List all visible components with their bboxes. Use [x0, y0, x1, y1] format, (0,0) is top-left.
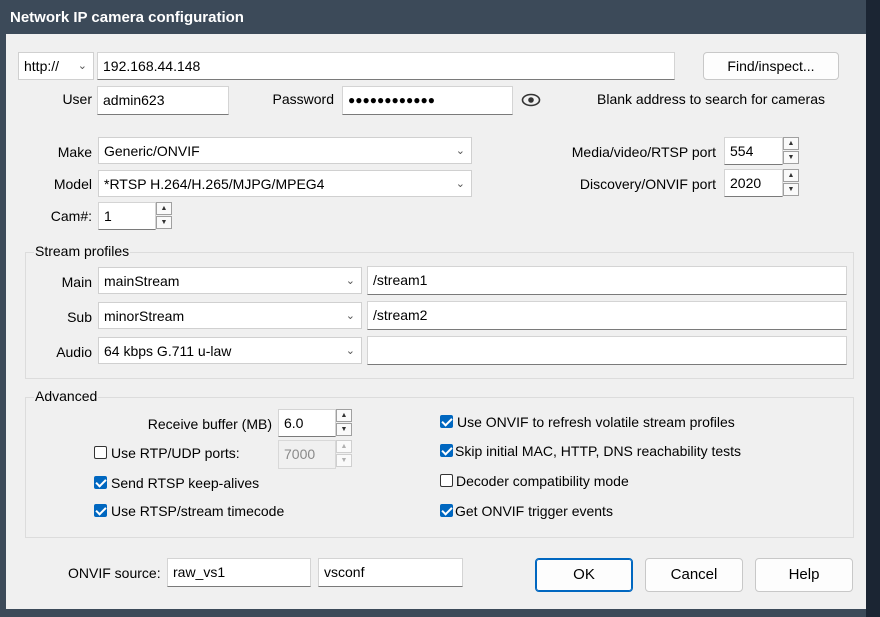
cam-number-input[interactable]: 1 — [98, 202, 156, 230]
onvif-source-label: ONVIF source: — [68, 565, 161, 581]
dialog-client-area: http:// ⌄ 192.168.44.148 Find/inspect...… — [6, 34, 866, 609]
timecode-checkbox[interactable] — [94, 504, 107, 517]
rtp-udp-label: Use RTP/UDP ports: — [111, 445, 240, 461]
onvif-refresh-label: Use ONVIF to refresh volatile stream pro… — [457, 414, 735, 430]
sub-profile-select[interactable]: minorStream ⌄ — [98, 302, 362, 329]
discovery-port-spinner[interactable]: ▲ ▼ — [783, 169, 799, 197]
media-port-label: Media/video/RTSP port — [571, 144, 716, 160]
password-label: Password — [272, 91, 334, 107]
decoder-compat-label: Decoder compatibility mode — [456, 473, 629, 489]
cam-number-spinner[interactable]: ▲ ▼ — [156, 202, 172, 230]
audio-profile-select[interactable]: 64 kbps G.711 u-law ⌄ — [98, 337, 362, 364]
camera-config-dialog: Network IP camera configuration http:// … — [0, 0, 866, 617]
sub-path-input[interactable]: /stream2 — [367, 301, 847, 330]
sub-profile-value: minorStream — [104, 308, 185, 324]
audio-path-input[interactable] — [367, 336, 847, 365]
background-desktop-edge — [866, 0, 880, 617]
chevron-down-icon: ⌄ — [345, 310, 355, 322]
protocol-value: http:// — [24, 58, 60, 74]
password-input[interactable]: ●●●●●●●●●●●● — [342, 86, 513, 115]
chevron-down-icon: ⌄ — [77, 60, 87, 72]
show-password-eye-icon[interactable] — [521, 92, 541, 108]
main-path-input[interactable]: /stream1 — [367, 266, 847, 295]
receive-buffer-spinner[interactable]: ▲ ▼ — [336, 409, 352, 437]
spin-down-icon[interactable]: ▼ — [783, 183, 799, 196]
decoder-compat-checkbox[interactable] — [440, 474, 453, 487]
trigger-events-label: Get ONVIF trigger events — [455, 503, 613, 519]
cancel-button[interactable]: Cancel — [645, 558, 743, 592]
spin-up-icon[interactable]: ▲ — [783, 137, 799, 150]
audio-profile-value: 64 kbps G.711 u-law — [104, 343, 232, 359]
help-button[interactable]: Help — [755, 558, 853, 592]
receive-buffer-label: Receive buffer (MB) — [147, 416, 272, 432]
rtp-udp-port-input[interactable]: 7000 — [278, 440, 336, 469]
user-input[interactable]: admin623 — [97, 86, 229, 115]
skip-tests-label: Skip initial MAC, HTTP, DNS reachability… — [455, 443, 742, 459]
user-label: User — [62, 91, 92, 107]
spin-up-icon[interactable]: ▲ — [783, 169, 799, 182]
chevron-down-icon: ⌄ — [455, 178, 465, 190]
media-port-input[interactable]: 554 — [724, 137, 783, 165]
main-profile-select[interactable]: mainStream ⌄ — [98, 267, 362, 294]
onvif-source-input[interactable]: raw_vs1 — [167, 558, 311, 587]
make-select[interactable]: Generic/ONVIF ⌄ — [98, 137, 472, 164]
spin-up-icon[interactable]: ▲ — [336, 409, 352, 422]
spin-down-icon[interactable]: ▼ — [336, 454, 352, 467]
skip-tests-checkbox[interactable] — [440, 444, 453, 457]
cam-number-label: Cam#: — [50, 208, 92, 224]
main-profile-value: mainStream — [104, 273, 180, 289]
chevron-down-icon: ⌄ — [345, 345, 355, 357]
find-inspect-button[interactable]: Find/inspect... — [703, 52, 839, 80]
title-bar[interactable]: Network IP camera configuration — [0, 0, 866, 34]
protocol-select[interactable]: http:// ⌄ — [18, 52, 94, 80]
make-label: Make — [57, 144, 92, 160]
receive-buffer-input[interactable]: 6.0 — [278, 409, 336, 437]
model-label: Model — [53, 176, 92, 192]
spin-up-icon[interactable]: ▲ — [336, 440, 352, 453]
discovery-port-input[interactable]: 2020 — [724, 169, 783, 197]
chevron-down-icon: ⌄ — [455, 145, 465, 157]
dialog-title: Network IP camera configuration — [10, 9, 244, 26]
spin-down-icon[interactable]: ▼ — [156, 216, 172, 229]
audio-label: Audio — [56, 344, 92, 360]
rtp-udp-port-spinner[interactable]: ▲ ▼ — [336, 440, 352, 468]
model-value: *RTSP H.264/H.265/MJPG/MPEG4 — [104, 176, 325, 192]
make-value: Generic/ONVIF — [104, 143, 200, 159]
model-select[interactable]: *RTSP H.264/H.265/MJPG/MPEG4 ⌄ — [98, 170, 472, 197]
trigger-events-checkbox[interactable] — [440, 504, 453, 517]
main-stream-label: Main — [61, 274, 92, 290]
spin-down-icon[interactable]: ▼ — [783, 151, 799, 164]
media-port-spinner[interactable]: ▲ ▼ — [783, 137, 799, 165]
chevron-down-icon: ⌄ — [345, 275, 355, 287]
keepalive-checkbox[interactable] — [94, 476, 107, 489]
discovery-port-label: Discovery/ONVIF port — [579, 176, 716, 192]
host-address-input[interactable]: 192.168.44.148 — [97, 52, 675, 80]
search-hint-text: Blank address to search for cameras — [597, 91, 825, 107]
onvif-refresh-checkbox[interactable] — [440, 415, 453, 428]
rtp-udp-checkbox[interactable] — [94, 446, 107, 459]
spin-down-icon[interactable]: ▼ — [336, 423, 352, 436]
advanced-caption: Advanced — [34, 388, 99, 404]
onvif-source-conf-input[interactable]: vsconf — [318, 558, 463, 587]
timecode-label: Use RTSP/stream timecode — [111, 503, 285, 519]
keepalive-label: Send RTSP keep-alives — [111, 475, 260, 491]
sub-stream-label: Sub — [67, 309, 92, 325]
stream-profiles-caption: Stream profiles — [34, 243, 131, 259]
ok-button[interactable]: OK — [535, 558, 633, 592]
spin-up-icon[interactable]: ▲ — [156, 202, 172, 215]
